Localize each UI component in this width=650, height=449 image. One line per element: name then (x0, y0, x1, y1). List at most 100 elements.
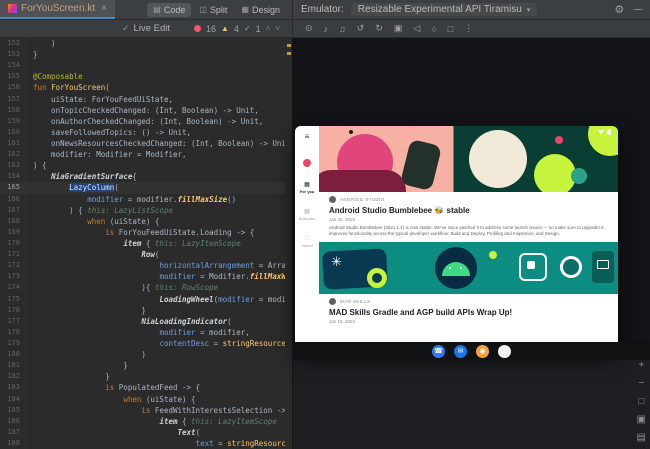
emulator-display[interactable]: ≡ ▦For you ▤Episodes ♡Saved (293, 38, 650, 360)
code-line[interactable]: 160 saveFollowedTopics: () -> Unit, (0, 127, 292, 138)
gear-icon[interactable]: ⚙ (614, 3, 624, 16)
overview-icon[interactable]: □ (448, 24, 453, 34)
code-line[interactable]: 157 uiState: ForYouFeedUiState, (0, 94, 292, 105)
top-bar: ForYouScreen.kt × ▤Code ◫Split ▦Design E… (0, 0, 650, 20)
code-line[interactable]: 168 when (uiState) { (0, 216, 292, 227)
code-line[interactable]: 156fun ForYouScreen( (0, 82, 292, 93)
code-line[interactable]: 158 onTopicCheckedChanged: (Int, Boolean… (0, 105, 292, 116)
code-line[interactable]: 152 ) (0, 38, 292, 49)
volume-up-icon[interactable]: ♫ (339, 24, 346, 34)
hero-blob-shape (319, 170, 406, 192)
screenshot-tool-icon[interactable]: ▣ (637, 414, 646, 425)
line-number: 156 (0, 82, 26, 93)
code-line[interactable]: 164 NiaGradientSurface{ (0, 171, 292, 182)
code-line[interactable]: 162 modifier: Modifier = Modifier, (0, 149, 292, 160)
line-number: 157 (0, 94, 26, 105)
code-line[interactable]: 155@Composable (0, 71, 292, 82)
mode-design-button[interactable]: ▦Design (235, 3, 286, 17)
mode-split-button[interactable]: ◫Split (193, 3, 233, 17)
fit-screen-icon[interactable]: □ (638, 396, 644, 407)
code-line[interactable]: 169 is ForYouFeedUiState.Loading -> { (0, 227, 292, 238)
account-avatar[interactable] (303, 159, 311, 167)
warning-stripe-mark[interactable] (287, 52, 291, 55)
code-line[interactable]: 154 (0, 60, 292, 71)
zoom-in-icon[interactable]: + (638, 360, 644, 371)
article-banner-image[interactable]: ✳ (319, 242, 618, 294)
code-line[interactable]: 161 onNewsResourcesCheckedChanged: (Int,… (0, 138, 292, 149)
code-line[interactable]: 180 ) (0, 349, 292, 360)
code-line[interactable]: 159 onAuthorCheckedChanged: (Int, Boolea… (0, 116, 292, 127)
code-line[interactable]: 184 when (uiState) { (0, 394, 292, 405)
code-line[interactable]: 182 } (0, 371, 292, 382)
news-article-bumblebee[interactable]: ANDROID STUDIO Android Studio Bumblebee … (319, 192, 618, 239)
inspections-widget[interactable]: 16 ▲ 4 ✓ 1 ˄ ˅ (194, 20, 280, 37)
warning-icon: ▲ (221, 24, 229, 33)
nav-item-episodes[interactable]: ▤Episodes (299, 208, 315, 221)
nav-item-for-you[interactable]: ▦For you (299, 181, 315, 194)
more-icon[interactable]: ⋮ (464, 23, 473, 34)
editor-tab-foryouscreen[interactable]: ForYouScreen.kt × (0, 0, 115, 19)
code-editor[interactable]: 152 )153}154155@Composable156fun ForYouS… (0, 38, 292, 449)
screenshot-icon[interactable]: ▣ (394, 23, 403, 34)
code-line[interactable]: 175 LoadingWheel(modifier = modifier (0, 294, 292, 305)
author-avatar (329, 196, 336, 203)
rotate-right-icon[interactable]: ↻ (375, 23, 383, 34)
back-icon[interactable]: ◁ (413, 23, 420, 34)
hide-panel-icon[interactable]: ─ (634, 4, 642, 16)
volume-down-icon[interactable]: ♪ (324, 24, 329, 34)
emulator-label: Emulator: (301, 4, 344, 15)
code-line[interactable]: 173 modifier = Modifier.fillMaxWidth(), (0, 271, 292, 282)
kotlin-file-icon (8, 4, 17, 13)
code-line[interactable]: 176 } (0, 305, 292, 316)
code-line[interactable]: 179 contentDesc = stringResource(id (0, 338, 292, 349)
code-line[interactable]: 163) { (0, 160, 292, 171)
next-problem-icon[interactable]: ˅ (275, 24, 280, 33)
code-line[interactable]: 181 } (0, 360, 292, 371)
code-line[interactable]: 171 Row( (0, 249, 292, 260)
code-line[interactable]: 167 ) { this: LazyListScope (0, 205, 292, 216)
app-navigation-rail: ≡ ▦For you ▤Episodes ♡Saved (295, 126, 319, 352)
nav-item-icon: ▦ (304, 181, 310, 188)
now-in-android-app-window[interactable]: ≡ ▦For you ▤Episodes ♡Saved (295, 126, 618, 352)
code-line[interactable]: 185 is FeedWithInterestsSelection -> { (0, 405, 292, 416)
code-line[interactable]: 187 Text( (0, 427, 292, 438)
code-line[interactable]: 170 item { this: LazyItemScope (0, 238, 292, 249)
line-number: 187 (0, 427, 26, 438)
code-line[interactable]: 153} (0, 49, 292, 60)
live-edit-indicator[interactable]: ✓ Live Edit (122, 23, 170, 34)
code-line[interactable]: 178 modifier = modifier, (0, 327, 292, 338)
nav-items-host: ▦For you ▤Episodes ♡Saved (299, 167, 315, 248)
code-line[interactable]: 183 is PopulatedFeed -> { (0, 382, 292, 393)
tab-filename: ForYouScreen.kt (21, 3, 95, 14)
zoom-out-icon[interactable]: − (638, 378, 644, 389)
menu-icon[interactable]: ≡ (305, 132, 310, 141)
mode-code-button[interactable]: ▤Code (147, 3, 191, 17)
app-content: ANDROID STUDIO Android Studio Bumblebee … (319, 126, 618, 352)
code-line[interactable]: 186 item { this: LazyItemScope (0, 416, 292, 427)
code-line[interactable]: 177 NiaLoadingIndicator( (0, 316, 292, 327)
nav-item-saved[interactable]: ♡Saved (299, 235, 315, 248)
main-area: 152 )153}154155@Composable156fun ForYouS… (0, 38, 650, 449)
code-line[interactable]: 166 modifier = modifier.fillMaxSize() (0, 194, 292, 205)
code-line[interactable]: 188 text = stringResource( (0, 438, 292, 449)
rotate-left-icon[interactable]: ↺ (357, 23, 365, 34)
phone-icon[interactable]: ☎ (432, 345, 445, 358)
apps-icon[interactable] (498, 345, 511, 358)
warning-stripe-mark[interactable] (287, 44, 291, 47)
line-number: 185 (0, 405, 26, 416)
prev-problem-icon[interactable]: ˄ (266, 24, 271, 33)
power-icon[interactable]: ⊙ (305, 23, 313, 34)
line-number: 163 (0, 160, 26, 171)
editor-error-stripe[interactable] (285, 38, 292, 449)
layout-icon[interactable]: ▤ (637, 432, 646, 443)
code-line[interactable]: 165 LazyColumn( (0, 182, 292, 193)
tab-close-icon[interactable]: × (101, 3, 107, 14)
code-line[interactable]: 174 ){ this: RowScope (0, 282, 292, 293)
messages-icon[interactable]: ✉ (454, 345, 467, 358)
news-article-mad-skills[interactable]: MAD SKILLS MAD Skills Gradle and AGP bui… (319, 294, 618, 326)
home-icon[interactable]: ○ (431, 24, 436, 34)
device-selector-dropdown[interactable]: Resizable Experimental API Tiramisu ▾ (351, 3, 537, 16)
code-line[interactable]: 172 horizontalArrangement = Arrangement.… (0, 260, 292, 271)
camera-icon[interactable]: ◉ (476, 345, 489, 358)
author-row: ANDROID STUDIO (329, 196, 608, 203)
